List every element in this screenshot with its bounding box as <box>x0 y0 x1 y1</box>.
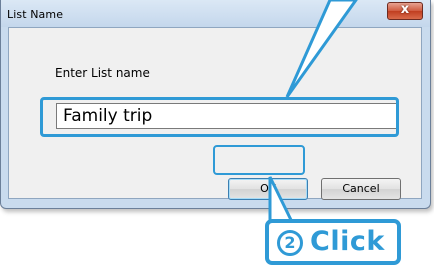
input-callout-pointer <box>285 0 358 98</box>
step-number-badge: 2 <box>277 230 303 256</box>
screenshot-stage: List Name x Enter List name OK Cancel 2 … <box>0 0 434 273</box>
step-callout: 2 Click <box>265 219 401 265</box>
step-action-label: Click <box>310 226 385 257</box>
ok-callout-pointer <box>268 176 295 224</box>
